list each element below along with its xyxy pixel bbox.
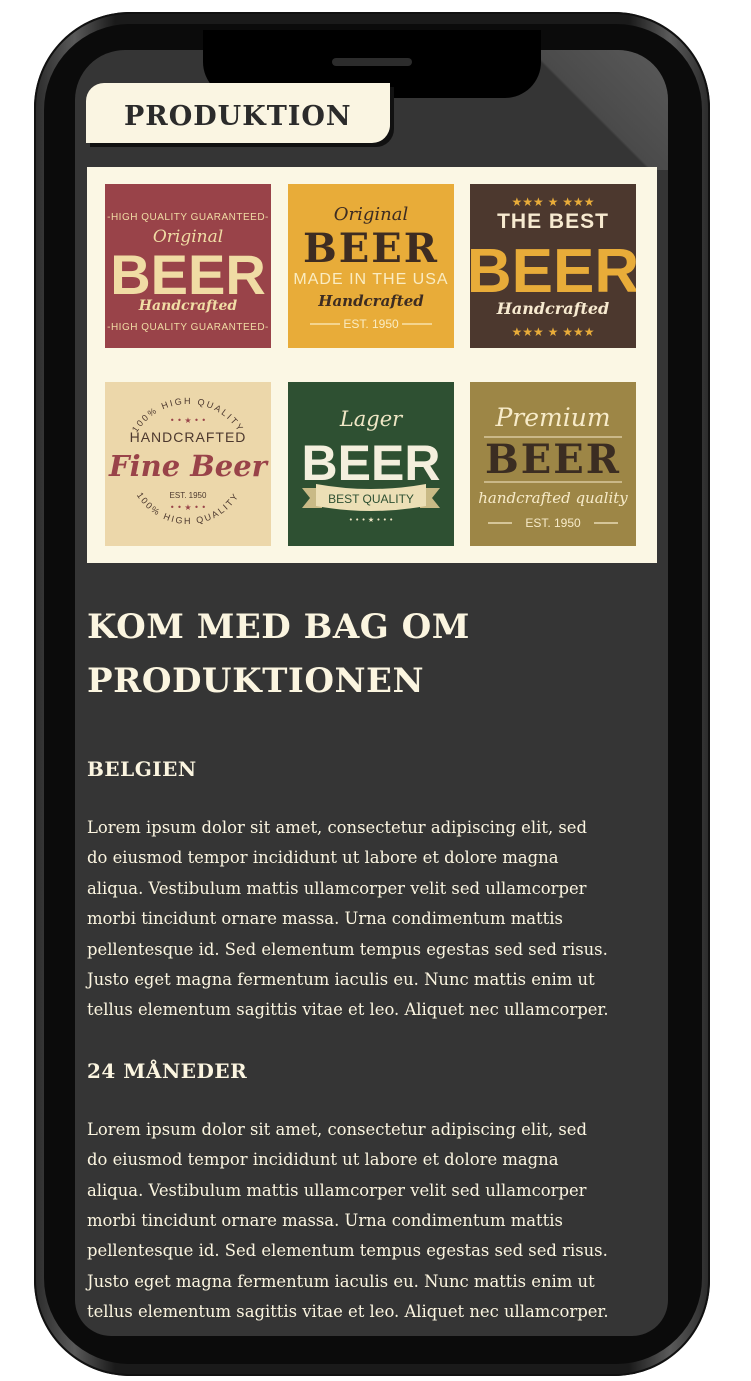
section-header-title: PRODUKTION [124, 100, 352, 132]
label-est-text: EST. 1950 [170, 491, 207, 500]
section-header-tab: PRODUKTION [86, 83, 390, 143]
body-line: Justo eget magna fermentum iaculis eu. N… [87, 970, 595, 990]
section-body-24-maaneder: Lorem ipsum dolor sit amet, consectetur … [87, 1115, 667, 1328]
speaker-grille [332, 58, 412, 66]
article-title: KOM MED BAG OM PRODUKTIONEN [87, 600, 667, 708]
body-line: do eiusmod tempor incididunt ut labore e… [87, 1150, 559, 1170]
label-main-text: BEER [470, 237, 636, 306]
section-heading-24-maaneder: 24 MÅNEDER [87, 1058, 248, 1083]
label-main-text: BEER [303, 225, 439, 272]
body-line: tellus elementum sagittis vitae et leo. … [87, 1302, 609, 1322]
body-line: do eiusmod tempor incididunt ut labore e… [87, 848, 559, 868]
section-body-belgien: Lorem ipsum dolor sit amet, consectetur … [87, 813, 667, 1026]
body-line: pellentesque id. Sed elementum tempus eg… [87, 939, 608, 959]
beer-label-original-red[interactable]: -HIGH QUALITY GUARANTEED- Original BEER … [105, 184, 271, 348]
body-line: morbi tincidunt ornare massa. Urna condi… [87, 909, 563, 929]
body-line: Justo eget magna fermentum iaculis eu. N… [87, 1271, 595, 1291]
beer-label-lager[interactable]: Lager BEER BEST QUALITY • • • ★ • • • [288, 382, 454, 546]
label-line-text: HANDCRAFTED [130, 429, 247, 445]
label-ribbon-text: BEST QUALITY [328, 492, 414, 506]
label-script-text: Lager [339, 407, 404, 431]
star-row-top-icon: ★★★ ★ ★★★ [512, 195, 595, 209]
article-title-line: KOM MED BAG OM [87, 607, 470, 647]
label-sub-text: Handcrafted [496, 299, 609, 318]
label-main-text: BEER [110, 243, 266, 306]
beer-label-the-best[interactable]: ★★★ ★ ★★★ THE BEST BEER Handcrafted ★★★ … [470, 184, 636, 348]
decor-stars-icon: • • ★ • • [170, 416, 206, 425]
body-line: aliqua. Vestibulum mattis ullamcorper ve… [87, 1180, 587, 1200]
label-line-text: MADE IN THE USA [293, 271, 448, 288]
body-line: pellentesque id. Sed elementum tempus eg… [87, 1241, 608, 1261]
label-main-text: BEER [302, 435, 441, 491]
label-line-text: THE BEST [497, 210, 609, 233]
body-line: morbi tincidunt ornare massa. Urna condi… [87, 1211, 563, 1231]
label-main-text: Fine Beer [108, 449, 270, 483]
label-sub-text: handcrafted quality [478, 489, 628, 507]
label-sub-text: Handcrafted [317, 292, 424, 310]
body-line: tellus elementum sagittis vitae et leo. … [87, 1000, 609, 1020]
beer-label-premium[interactable]: Premium BEER handcrafted quality EST. 19… [470, 382, 636, 546]
decor-stars-icon: • • • ★ • • • [349, 516, 393, 524]
star-row-bottom-icon: ★★★ ★ ★★★ [512, 325, 595, 339]
label-bottom-ring-text: -HIGH QUALITY GUARANTEED- [107, 322, 269, 333]
section-heading-belgien: BELGIEN [87, 757, 197, 781]
article-title-line: PRODUKTIONEN [87, 661, 425, 701]
decor-stars-icon: • • ★ • • [170, 503, 206, 512]
label-script-text: Original [334, 204, 409, 225]
label-est-text: EST. 1950 [525, 516, 581, 530]
article-content: KOM MED BAG OM PRODUKTIONEN BELGIEN Lore… [87, 600, 667, 1328]
body-line: Lorem ipsum dolor sit amet, consectetur … [87, 1119, 587, 1139]
label-script-text: Premium [494, 403, 610, 432]
beer-label-gallery: -HIGH QUALITY GUARANTEED- Original BEER … [87, 167, 657, 563]
label-sub-text: Handcrafted [138, 298, 238, 314]
beer-label-original-mustard[interactable]: Original BEER MADE IN THE USA Handcrafte… [288, 184, 454, 348]
body-line: Lorem ipsum dolor sit amet, consectetur … [87, 818, 587, 837]
beer-label-fine-beer[interactable]: 100% HIGH QUALITY 100% HIGH QUALITY • • … [105, 382, 271, 546]
label-main-text: BEER [485, 436, 621, 483]
label-est-text: EST. 1950 [343, 317, 399, 331]
body-line: aliqua. Vestibulum mattis ullamcorper ve… [87, 878, 587, 898]
label-top-ring-text: -HIGH QUALITY GUARANTEED- [107, 212, 269, 223]
